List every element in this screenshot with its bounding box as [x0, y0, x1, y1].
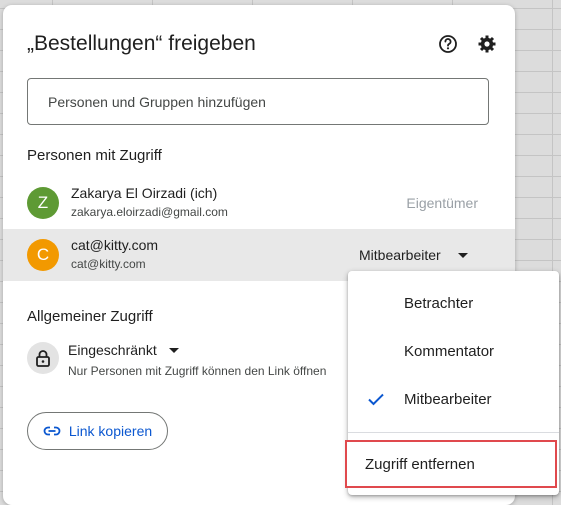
dialog-title: „Bestellungen“ freigeben: [27, 32, 256, 55]
add-people-placeholder: Personen und Gruppen hinzufügen: [48, 93, 266, 110]
chevron-down-icon: [457, 252, 468, 258]
general-access-heading: Allgemeiner Zugriff: [27, 308, 153, 325]
chevron-down-icon: [168, 347, 179, 353]
menu-item-commenter[interactable]: Kommentator: [348, 327, 559, 375]
menu-item-label: Betrachter: [404, 294, 474, 312]
person-row-owner: Z Zakarya El Oirzadi (ich) zakarya.eloir…: [3, 177, 515, 229]
avatar: C: [27, 239, 59, 271]
person-email: cat@kitty.com: [71, 257, 146, 271]
menu-item-label: Kommentator: [404, 342, 495, 360]
menu-divider: [348, 432, 559, 433]
person-name: cat@kitty.com: [71, 237, 159, 253]
gear-icon[interactable]: [475, 32, 499, 56]
link-icon: [43, 426, 61, 436]
people-with-access-heading: Personen mit Zugriff: [27, 147, 162, 164]
lock-icon: [27, 342, 59, 374]
general-access-value: Eingeschränkt: [68, 342, 157, 358]
role-dropdown-value: Mitbearbeiter: [359, 247, 441, 263]
menu-item-editor[interactable]: Mitbearbeiter: [348, 375, 559, 423]
remove-access-label: Zugriff entfernen: [365, 455, 475, 473]
help-icon[interactable]: [436, 32, 460, 56]
copy-link-button[interactable]: Link kopieren: [27, 412, 168, 450]
menu-item-label: Mitbearbeiter: [404, 390, 492, 408]
add-people-input[interactable]: Personen und Gruppen hinzufügen: [27, 78, 489, 125]
owner-role-label: Eigentümer: [406, 195, 478, 211]
person-email: zakarya.eloirzadi@gmail.com: [71, 205, 228, 219]
remove-access-menu-item[interactable]: Zugriff entfernen: [345, 440, 557, 488]
copy-link-label: Link kopieren: [68, 423, 153, 439]
role-dropdown[interactable]: Mitbearbeiter: [359, 241, 468, 269]
menu-item-viewer[interactable]: Betrachter: [348, 279, 559, 327]
person-name: Zakarya El Oirzadi (ich): [71, 185, 218, 201]
general-access-description: Nur Personen mit Zugriff können den Link…: [68, 364, 327, 378]
check-icon: [368, 393, 384, 406]
general-access-dropdown[interactable]: Eingeschränkt: [68, 342, 179, 358]
avatar: Z: [27, 187, 59, 219]
